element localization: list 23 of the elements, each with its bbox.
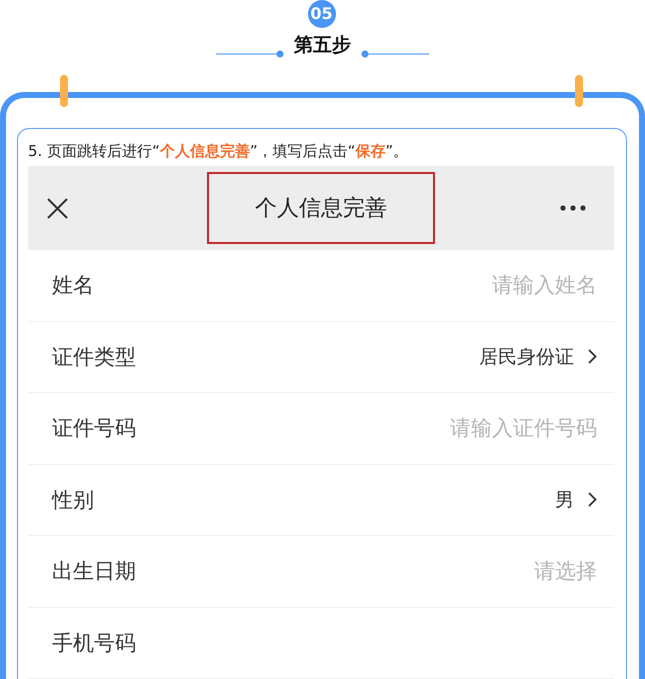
field-label: 姓名 — [52, 272, 94, 300]
more-icon[interactable] — [560, 205, 586, 211]
date-field[interactable]: 请选择 — [148, 555, 597, 588]
step-title: 第五步 — [294, 33, 351, 58]
text-field[interactable]: 请输入姓名 — [106, 269, 597, 302]
field-label: 证件号码 — [52, 415, 136, 442]
close-icon[interactable] — [47, 198, 68, 218]
field-label: 手机号码 — [52, 630, 136, 657]
step-badge: 05 — [308, 0, 336, 28]
select-field[interactable]: 男 — [555, 482, 597, 517]
chevron-right-icon — [588, 349, 597, 364]
text-field[interactable]: 请输入证件号码 — [148, 412, 597, 444]
field-label: 性别 — [52, 486, 94, 514]
line-dot-ornament — [216, 50, 284, 58]
field-label: 出生日期 — [52, 558, 136, 586]
peg-icon — [575, 75, 583, 107]
line-dot-ornament — [361, 50, 429, 58]
page-title: 个人信息完善 — [255, 195, 387, 223]
peg-icon — [60, 75, 68, 107]
field-label: 证件类型 — [52, 344, 136, 371]
chevron-right-icon — [588, 492, 597, 508]
instruction-text: 5. 页面跳转后进行“个人信息完善”，填写后点击“保存”。 — [28, 141, 410, 162]
select-field[interactable]: 居民身份证 — [479, 340, 597, 374]
